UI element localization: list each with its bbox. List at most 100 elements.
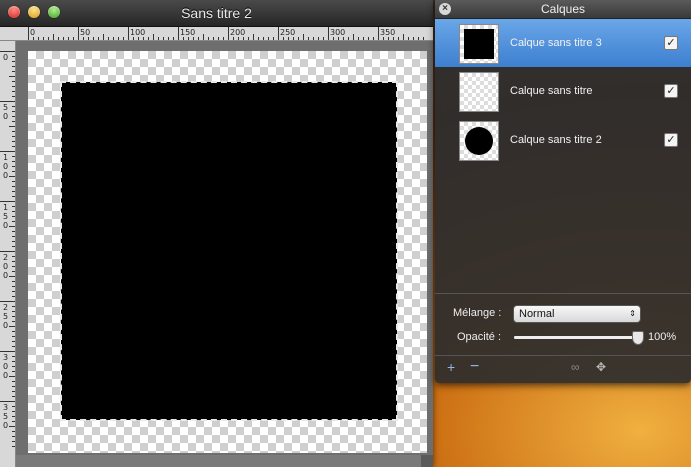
ruler-tick [9,376,15,377]
ruler-tick [12,241,15,242]
ruler-tick [12,61,15,62]
ruler-tick [368,37,369,40]
ruler-tick [118,37,119,40]
ruler-tick [88,37,89,40]
ruler-tick [228,27,229,40]
layer-row[interactable]: Calque sans titre 3 ✓ [435,19,691,67]
opacity-slider-fill [514,336,638,339]
ruler-tick [243,37,244,40]
ruler-tick [12,321,15,322]
ruler-tick [0,251,15,252]
ruler-tick [338,37,339,40]
layer-name: Calque sans titre 2 [510,134,602,146]
layer-row[interactable]: Calque sans titre ✓ [435,67,691,115]
opacity-slider-thumb[interactable] [632,331,644,345]
move-icon[interactable]: ✥ [596,360,606,374]
ruler-tick [12,256,15,257]
ruler-tick [12,196,15,197]
window-titlebar[interactable]: Sans titre 2 [0,0,433,27]
horizontal-ruler[interactable]: 0 50 100 150 200 250 300 350 [16,27,433,41]
ruler-tick [12,216,15,217]
ruler-tick [12,296,15,297]
panel-title: Calques [540,2,586,16]
image-canvas[interactable] [28,51,427,453]
ruler-tick [0,401,15,402]
blend-mode-value: Normal [519,308,555,320]
ruler-tick [12,231,15,232]
ruler-tick [12,261,15,262]
ruler-tick [83,37,84,40]
vertical-ruler[interactable]: 0 50 100 150 200 250 300 350 [0,41,16,467]
ruler-tick [98,37,99,40]
layer-row[interactable]: Calque sans titre 2 ✓ [435,116,691,164]
ruler-tick [12,116,15,117]
opacity-label: Opacité : [457,331,502,343]
ruler-tick [223,37,224,40]
layer-thumbnail [459,24,499,64]
selected-black-square[interactable] [60,81,398,421]
ruler-tick [12,416,15,417]
layer-thumbnail [459,121,499,161]
visibility-checkbox[interactable]: ✓ [664,133,678,147]
ruler-tick [258,37,259,40]
ruler-tick [313,37,314,40]
ruler-tick [63,37,64,40]
ruler-tick [403,34,404,40]
ruler-tick [388,37,389,40]
panel-titlebar[interactable]: Calques × [435,0,691,19]
ruler-tick [12,81,15,82]
ruler-tick [278,27,279,40]
opacity-slider-track[interactable] [514,336,638,339]
ruler-tick [12,406,15,407]
plus-icon[interactable]: + [447,360,455,374]
ruler-tick [12,181,15,182]
ruler-tick [133,37,134,40]
ruler-tick [9,326,15,327]
layer-name: Calque sans titre [510,85,593,97]
horizontal-scrollbar[interactable] [16,455,427,467]
ruler-tick [273,37,274,40]
ruler-tick [12,191,15,192]
link-icon[interactable]: ∞ [571,360,580,374]
ruler-tick [12,266,15,267]
ruler-tick [53,34,54,40]
minimize-window-button[interactable] [28,6,40,18]
ruler-tick [12,206,15,207]
ruler-tick [12,56,15,57]
ruler-tick [248,37,249,40]
visibility-checkbox[interactable]: ✓ [664,36,678,50]
visibility-checkbox[interactable]: ✓ [664,84,678,98]
ruler-tick [418,37,419,40]
ruler-tick [348,37,349,40]
zoom-window-button[interactable] [48,6,60,18]
ruler-tick [0,301,15,302]
ruler-tick [78,27,79,40]
close-window-button[interactable] [8,6,20,18]
ruler-tick [12,166,15,167]
canvas-area[interactable] [16,41,433,467]
ruler-tick [373,37,374,40]
ruler-tick [12,71,15,72]
resize-grip[interactable] [421,455,433,467]
ruler-tick [288,37,289,40]
ruler-tick [9,176,15,177]
ruler-tick [9,126,15,127]
ruler-tick [333,37,334,40]
ruler-label: 150 [180,28,196,37]
ruler-tick [93,37,94,40]
ruler-tick [12,331,15,332]
close-panel-icon[interactable]: × [439,3,451,15]
ruler-tick [12,366,15,367]
layer-name: Calque sans titre 3 [510,37,602,49]
ruler-tick [12,86,15,87]
ruler-tick [343,37,344,40]
ruler-tick [12,441,15,442]
minus-icon[interactable]: − [470,359,479,375]
ruler-tick [12,311,15,312]
divider [435,293,691,294]
blend-mode-select[interactable]: Normal ⇕ [513,305,641,323]
ruler-tick [12,171,15,172]
ruler-tick [393,37,394,40]
ruler-tick [12,211,15,212]
ruler-tick [363,37,364,40]
